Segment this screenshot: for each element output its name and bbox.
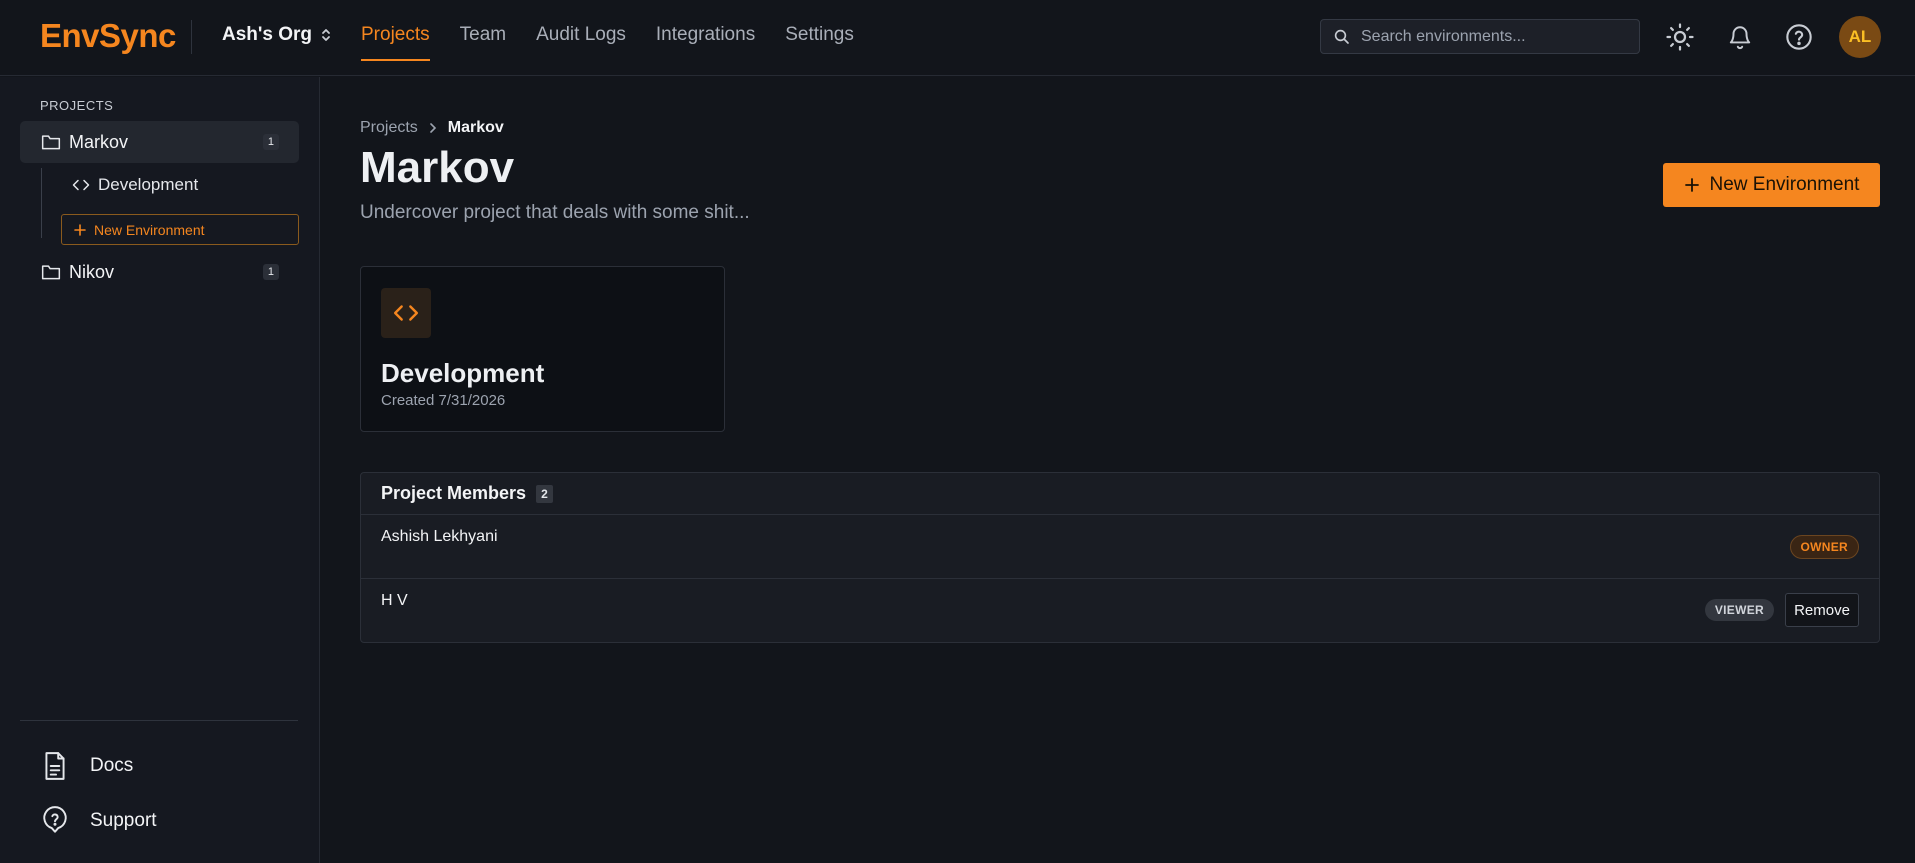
support-icon: [43, 806, 67, 833]
project-members-panel: Project Members 2 Ashish Lekhyani OWNER …: [360, 472, 1880, 643]
search-icon: [1334, 29, 1349, 44]
sidebar: PROJECTS Markov 1 Development New Enviro…: [0, 77, 320, 863]
org-name: Ash's Org: [222, 24, 313, 45]
plus-icon: [1684, 178, 1699, 192]
sidebar-divider: [20, 720, 298, 721]
code-icon: [72, 179, 90, 191]
breadcrumb: Projects Markov: [360, 119, 504, 137]
breadcrumb-current: Markov: [447, 119, 504, 136]
bell-icon: [1729, 26, 1751, 50]
environment-name: Development: [381, 358, 545, 388]
org-switcher[interactable]: Ash's Org: [222, 24, 332, 46]
sidebar-new-environment-label: New Environment: [94, 221, 205, 238]
nav-projects[interactable]: Projects: [361, 0, 430, 61]
sidebar-new-environment-button[interactable]: New Environment: [61, 214, 299, 245]
sidebar-project-nikov[interactable]: Nikov 1: [20, 251, 299, 293]
document-icon: [45, 752, 65, 780]
member-name: H V: [381, 592, 408, 609]
tree-line: [41, 168, 42, 238]
sidebar-support-link[interactable]: Support: [42, 806, 157, 836]
folder-icon: [41, 265, 61, 280]
sidebar-env-label: Development: [98, 175, 199, 194]
brand-logo[interactable]: EnvSync: [40, 17, 176, 55]
members-header: Project Members 2: [361, 473, 1879, 515]
divider: [191, 20, 192, 54]
environment-card[interactable]: Development Created 7/31/2026: [360, 266, 725, 432]
theme-toggle-button[interactable]: [1663, 20, 1697, 54]
members-title: Project Members: [381, 483, 527, 503]
breadcrumb-projects[interactable]: Projects: [360, 119, 418, 137]
environment-created: Created 7/31/2026: [381, 392, 506, 409]
nav-settings[interactable]: Settings: [785, 0, 854, 61]
sidebar-project-markov[interactable]: Markov 1: [20, 121, 299, 163]
role-badge-owner: OWNER: [1789, 535, 1859, 559]
chevron-right-icon: [429, 123, 436, 133]
support-label: Support: [90, 810, 157, 831]
members-count-badge: 2: [536, 484, 553, 503]
nav-integrations[interactable]: Integrations: [656, 0, 755, 61]
plus-icon: [74, 223, 86, 236]
member-row: H V VIEWER Remove: [361, 579, 1879, 643]
top-navbar: EnvSync Ash's Org Projects Team Audit Lo…: [0, 0, 1915, 76]
env-count-badge: 1: [262, 134, 279, 150]
remove-member-button[interactable]: Remove: [1785, 593, 1859, 627]
docs-label: Docs: [90, 755, 134, 776]
nav-audit-logs[interactable]: Audit Logs: [536, 0, 626, 61]
sidebar-docs-link[interactable]: Docs: [42, 751, 133, 781]
chevron-updown-icon: [322, 29, 330, 41]
sidebar-env-development[interactable]: Development: [72, 175, 198, 195]
sidebar-project-name: Nikov: [69, 261, 115, 282]
sidebar-heading: PROJECTS: [40, 98, 114, 113]
page-title: Markov: [360, 143, 515, 192]
code-icon: [393, 305, 419, 321]
notifications-button[interactable]: [1723, 20, 1757, 54]
sun-icon: [1666, 23, 1694, 51]
role-badge-viewer: VIEWER: [1704, 599, 1774, 621]
member-name: Ashish Lekhyani: [381, 528, 498, 545]
member-row: Ashish Lekhyani OWNER: [361, 515, 1879, 579]
main-nav: Projects Team Audit Logs Integrations Se…: [361, 0, 884, 76]
search-input[interactable]: [1361, 27, 1621, 46]
sidebar-project-name: Markov: [69, 131, 129, 152]
search-box: [1320, 19, 1640, 54]
new-environment-button[interactable]: New Environment: [1663, 163, 1880, 207]
project-description: Undercover project that deals with some …: [360, 202, 750, 223]
nav-team[interactable]: Team: [460, 0, 506, 61]
help-button[interactable]: [1782, 20, 1816, 54]
env-count-badge: 1: [262, 264, 279, 280]
environment-icon-box: [381, 288, 431, 338]
new-environment-label: New Environment: [1709, 174, 1860, 195]
folder-icon: [41, 135, 61, 150]
user-avatar[interactable]: AL: [1839, 16, 1881, 58]
help-icon: [1786, 24, 1812, 50]
